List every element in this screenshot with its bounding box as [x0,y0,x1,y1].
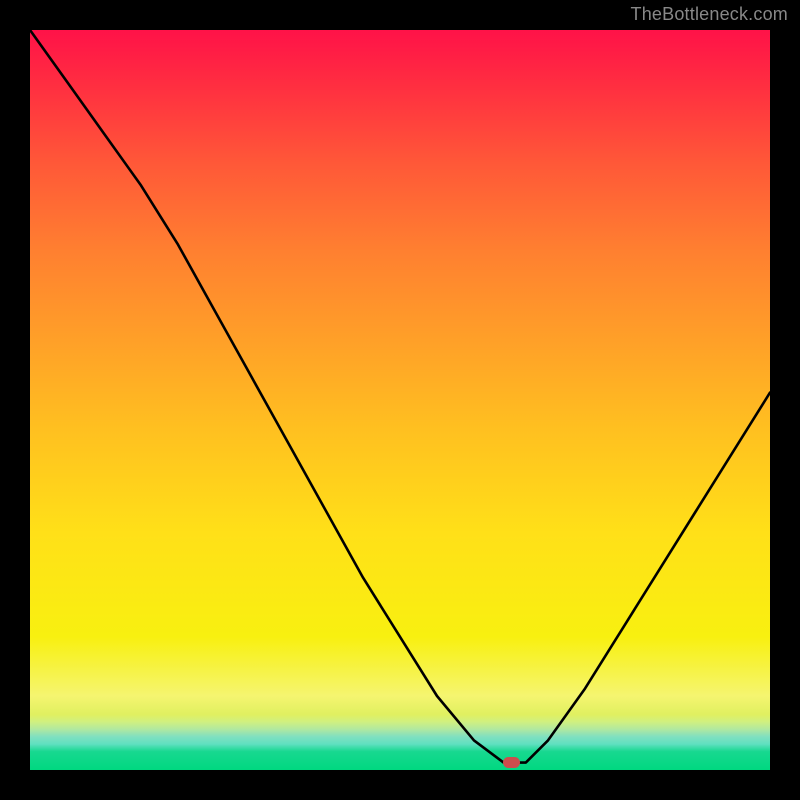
curve-path [30,30,770,763]
watermark-text: TheBottleneck.com [631,4,788,25]
plot-area [30,30,770,770]
optimum-marker [503,757,520,768]
bottleneck-curve [30,30,770,770]
chart-container: TheBottleneck.com [0,0,800,800]
